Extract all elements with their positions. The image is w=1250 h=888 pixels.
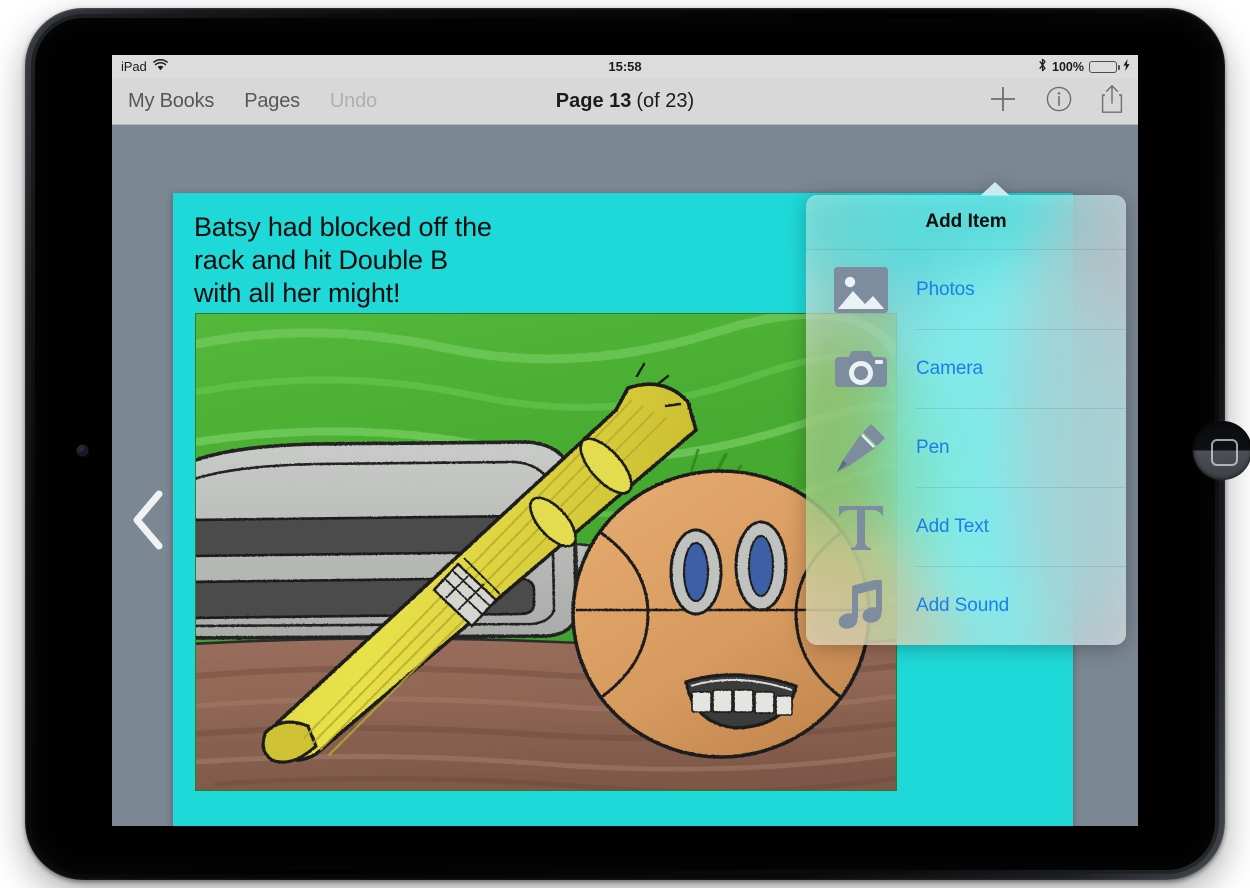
popover-title: Add Item bbox=[925, 211, 1007, 232]
charging-bolt-icon bbox=[1123, 59, 1130, 74]
info-circle-icon[interactable] bbox=[1046, 86, 1072, 117]
battery-icon bbox=[1089, 60, 1121, 73]
share-icon[interactable] bbox=[1100, 84, 1124, 119]
popover-item-add-text[interactable]: Add Text bbox=[806, 487, 1126, 566]
plus-icon[interactable] bbox=[988, 84, 1018, 119]
popover-item-label: Pen bbox=[916, 436, 950, 458]
page-story-text[interactable]: Batsy had blocked off the rack and hit D… bbox=[194, 211, 754, 310]
battery-percent-label: 100% bbox=[1052, 59, 1084, 74]
ipad-screen: iPad 15:58 100% My Books Pages Undo Page… bbox=[112, 55, 1138, 826]
popover-item-label: Camera bbox=[916, 357, 983, 379]
status-clock: 15:58 bbox=[608, 59, 642, 74]
popover-body: Add Item Photos Camera Pen Add Text Add … bbox=[806, 195, 1126, 645]
chevron-left-icon[interactable] bbox=[129, 489, 169, 551]
popover-item-camera[interactable]: Camera bbox=[806, 329, 1126, 408]
popover-item-label: Add Text bbox=[916, 515, 989, 537]
popover-item-label: Photos bbox=[916, 278, 975, 300]
popover-item-label: Add Sound bbox=[916, 594, 1010, 616]
text-icon bbox=[806, 502, 916, 552]
front-camera-icon bbox=[77, 445, 88, 456]
page-illustration[interactable] bbox=[195, 313, 897, 791]
popover-item-list: Photos Camera Pen Add Text Add Sound bbox=[806, 250, 1126, 645]
bluetooth-icon bbox=[1038, 58, 1047, 75]
page-title: Page 13 (of 23) bbox=[112, 78, 1138, 124]
popover-item-add-sound[interactable]: Add Sound bbox=[806, 566, 1126, 645]
music-note-icon bbox=[806, 579, 916, 632]
photos-icon bbox=[806, 266, 916, 313]
popover-arrow bbox=[980, 182, 1010, 196]
toolbar-right-group bbox=[988, 78, 1124, 124]
popover-item-photos[interactable]: Photos bbox=[806, 250, 1126, 329]
status-bar-right: 100% bbox=[1038, 55, 1130, 78]
camera-icon bbox=[806, 347, 916, 391]
home-button[interactable] bbox=[1193, 421, 1250, 480]
popover-item-pen[interactable]: Pen bbox=[806, 408, 1126, 487]
home-button-square-icon bbox=[1210, 438, 1238, 466]
page-canvas: Batsy had blocked off the rack and hit D… bbox=[112, 125, 1138, 826]
screenshot-root: iPad 15:58 100% My Books Pages Undo Page… bbox=[0, 0, 1250, 888]
page-title-total: (of 23) bbox=[636, 89, 695, 112]
pen-icon bbox=[806, 422, 916, 474]
status-bar: iPad 15:58 100% bbox=[112, 55, 1138, 78]
page-title-current: Page 13 bbox=[555, 89, 632, 112]
add-item-popover: Add Item Photos Camera Pen Add Text Add … bbox=[806, 182, 1126, 645]
app-toolbar: My Books Pages Undo Page 13 (of 23) bbox=[112, 78, 1138, 125]
